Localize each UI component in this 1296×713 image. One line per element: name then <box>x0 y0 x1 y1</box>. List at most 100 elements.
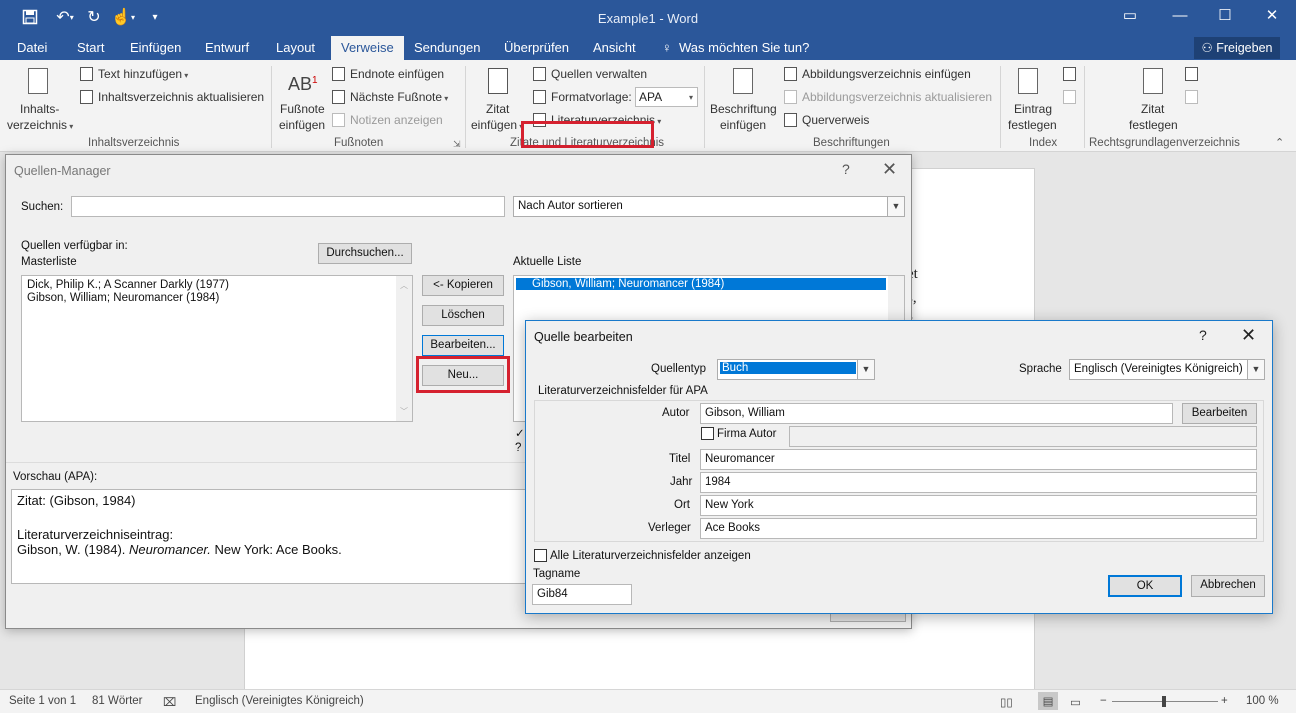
help-icon[interactable]: ? <box>1199 327 1207 343</box>
dialog-title: Quelle bearbeiten <box>534 330 633 344</box>
style-dropdown[interactable]: APA ▾ <box>635 87 698 107</box>
list-item[interactable]: Dick, Philip K.; A Scanner Darkly (1977) <box>27 279 229 291</box>
minimize-icon[interactable]: — <box>1160 4 1200 28</box>
show-notes-button[interactable]: Notizen anzeigen <box>350 113 443 127</box>
tag-name-input[interactable]: Gib84 <box>532 584 632 605</box>
city-input[interactable]: New York <box>700 495 1257 516</box>
manage-sources-button[interactable]: Quellen verwalten <box>551 67 647 81</box>
publisher-label: Verleger <box>648 522 691 534</box>
browse-button[interactable]: Durchsuchen... <box>318 243 412 264</box>
tab-mailings[interactable]: Sendungen <box>414 40 481 55</box>
tell-me-box[interactable]: Was möchten Sie tun? <box>679 40 809 55</box>
insert-toa-icon[interactable] <box>1185 67 1198 81</box>
chevron-down-icon: ▼ <box>1247 360 1264 379</box>
tab-file[interactable]: Datei <box>17 40 47 55</box>
copy-button[interactable]: <- Kopieren <box>422 275 504 296</box>
master-list[interactable]: Dick, Philip K.; A Scanner Darkly (1977)… <box>21 275 413 422</box>
close-icon[interactable]: ✕ <box>882 159 897 180</box>
footnote-label-1[interactable]: Fußnote <box>280 102 325 116</box>
add-text-button[interactable]: Text hinzufügen ▾ <box>98 67 188 81</box>
tab-review[interactable]: Überprüfen <box>504 40 569 55</box>
toc-button[interactable]: verzeichnis ▾ <box>7 118 73 132</box>
mark-entry-button[interactable]: festlegen <box>1008 118 1057 132</box>
cross-reference-button[interactable]: Querverweis <box>802 113 869 127</box>
maximize-icon[interactable]: ☐ <box>1205 4 1245 28</box>
language-status[interactable]: Englisch (Vereinigtes Königreich) <box>195 695 364 707</box>
edit-author-button[interactable]: Bearbeiten <box>1182 403 1257 424</box>
ribbon-display-icon[interactable]: ▭ <box>1110 4 1150 28</box>
toc-label-1[interactable]: Inhalts- <box>20 102 59 116</box>
list-item[interactable]: Gibson, William; Neuromancer (1984) <box>27 292 219 304</box>
insert-endnote-button[interactable]: Endnote einfügen <box>350 67 444 81</box>
group-separator <box>271 66 272 148</box>
zoom-level[interactable]: 100 % <box>1246 695 1279 707</box>
year-input[interactable]: 1984 <box>700 472 1257 493</box>
caption-label-1[interactable]: Beschriftung <box>710 102 777 116</box>
tab-view[interactable]: Ansicht <box>593 40 636 55</box>
mark-cite-label-1[interactable]: Zitat <box>1141 102 1164 116</box>
cancel-button[interactable]: Abbrechen <box>1191 575 1265 597</box>
tab-references[interactable]: Verweise <box>331 36 404 60</box>
next-footnote-icon <box>332 90 345 104</box>
close-icon[interactable]: ✕ <box>1252 4 1292 28</box>
sort-dropdown[interactable]: Nach Autor sortieren ▼ <box>513 196 905 217</box>
collapse-ribbon-icon[interactable]: ⌃ <box>1275 136 1284 149</box>
mark-entry-label-1[interactable]: Eintrag <box>1014 102 1052 116</box>
insert-tof-button[interactable]: Abbildungsverzeichnis einfügen <box>802 67 971 81</box>
insert-footnote-button[interactable]: einfügen <box>279 118 325 132</box>
title-label: Titel <box>669 453 691 465</box>
help-icon[interactable]: ? <box>842 161 850 177</box>
tab-insert[interactable]: Einfügen <box>130 40 181 55</box>
insert-citation-button[interactable]: einfügen ▾ <box>471 118 523 132</box>
corporate-author-input[interactable] <box>789 426 1257 447</box>
tab-layout[interactable]: Layout <box>276 40 315 55</box>
web-layout-icon[interactable]: ▭ <box>1070 695 1081 709</box>
language-dropdown[interactable]: Englisch (Vereinigtes Königreich) ▼ <box>1069 359 1265 380</box>
insert-caption-button[interactable]: einfügen <box>720 118 766 132</box>
tab-design[interactable]: Entwurf <box>205 40 249 55</box>
scrollbar[interactable]: ︿ ﹀ <box>396 276 412 421</box>
current-list-label: Aktuelle Liste <box>513 256 582 268</box>
dialog-launcher-icon[interactable]: ⇲ <box>453 139 461 150</box>
list-item[interactable]: Gibson, William; Neuromancer (1984) <box>516 278 886 290</box>
endnote-icon <box>332 67 345 81</box>
author-input[interactable]: Gibson, William <box>700 403 1173 424</box>
page-count[interactable]: Seite 1 von 1 <box>9 695 76 707</box>
group-separator <box>704 66 705 148</box>
update-index-icon[interactable] <box>1063 90 1076 104</box>
proofing-icon[interactable]: ⌧ <box>163 695 176 709</box>
next-footnote-button[interactable]: Nächste Fußnote ▾ <box>350 90 448 104</box>
tab-home[interactable]: Start <box>77 40 104 55</box>
share-button[interactable]: ⚇ Freigeben <box>1194 37 1280 59</box>
cross-reference-icon <box>784 113 797 127</box>
mark-citation-button[interactable]: festlegen <box>1129 118 1178 132</box>
read-mode-icon[interactable]: ▯▯ <box>1000 695 1013 709</box>
word-count[interactable]: 81 Wörter <box>92 695 143 707</box>
show-all-fields-checkbox[interactable] <box>534 549 547 562</box>
zoom-out-icon[interactable]: − <box>1100 695 1107 707</box>
update-toa-icon[interactable] <box>1185 90 1198 104</box>
source-type-dropdown[interactable]: Buch ▼ <box>717 359 875 380</box>
mark-entry-icon <box>1018 68 1038 94</box>
title-input[interactable]: Neuromancer <box>700 449 1257 470</box>
cite-label-1[interactable]: Zitat <box>486 102 509 116</box>
print-layout-icon[interactable]: ▤ <box>1038 692 1058 710</box>
edit-button[interactable]: Bearbeiten... <box>422 335 504 356</box>
lightbulb-icon: ♀ <box>662 40 672 55</box>
update-toc-button[interactable]: Inhaltsverzeichnis aktualisieren <box>98 90 264 104</box>
search-input[interactable] <box>71 196 505 217</box>
insert-index-icon[interactable] <box>1063 67 1076 81</box>
person-icon: ⚇ <box>1201 41 1217 55</box>
update-tof-button[interactable]: Abbildungsverzeichnis aktualisieren <box>802 90 992 104</box>
tag-name-label: Tagname <box>533 568 581 580</box>
city-label: Ort <box>674 499 690 511</box>
language-label: Sprache <box>1019 363 1062 375</box>
corporate-author-checkbox[interactable] <box>701 427 714 440</box>
ok-button[interactable]: OK <box>1108 575 1182 597</box>
delete-button[interactable]: Löschen <box>422 305 504 326</box>
publisher-input[interactable]: Ace Books <box>700 518 1257 539</box>
zoom-slider-handle[interactable] <box>1162 696 1166 707</box>
style-icon <box>533 90 546 104</box>
zoom-in-icon[interactable]: + <box>1221 695 1228 707</box>
close-icon[interactable]: ✕ <box>1241 325 1256 346</box>
